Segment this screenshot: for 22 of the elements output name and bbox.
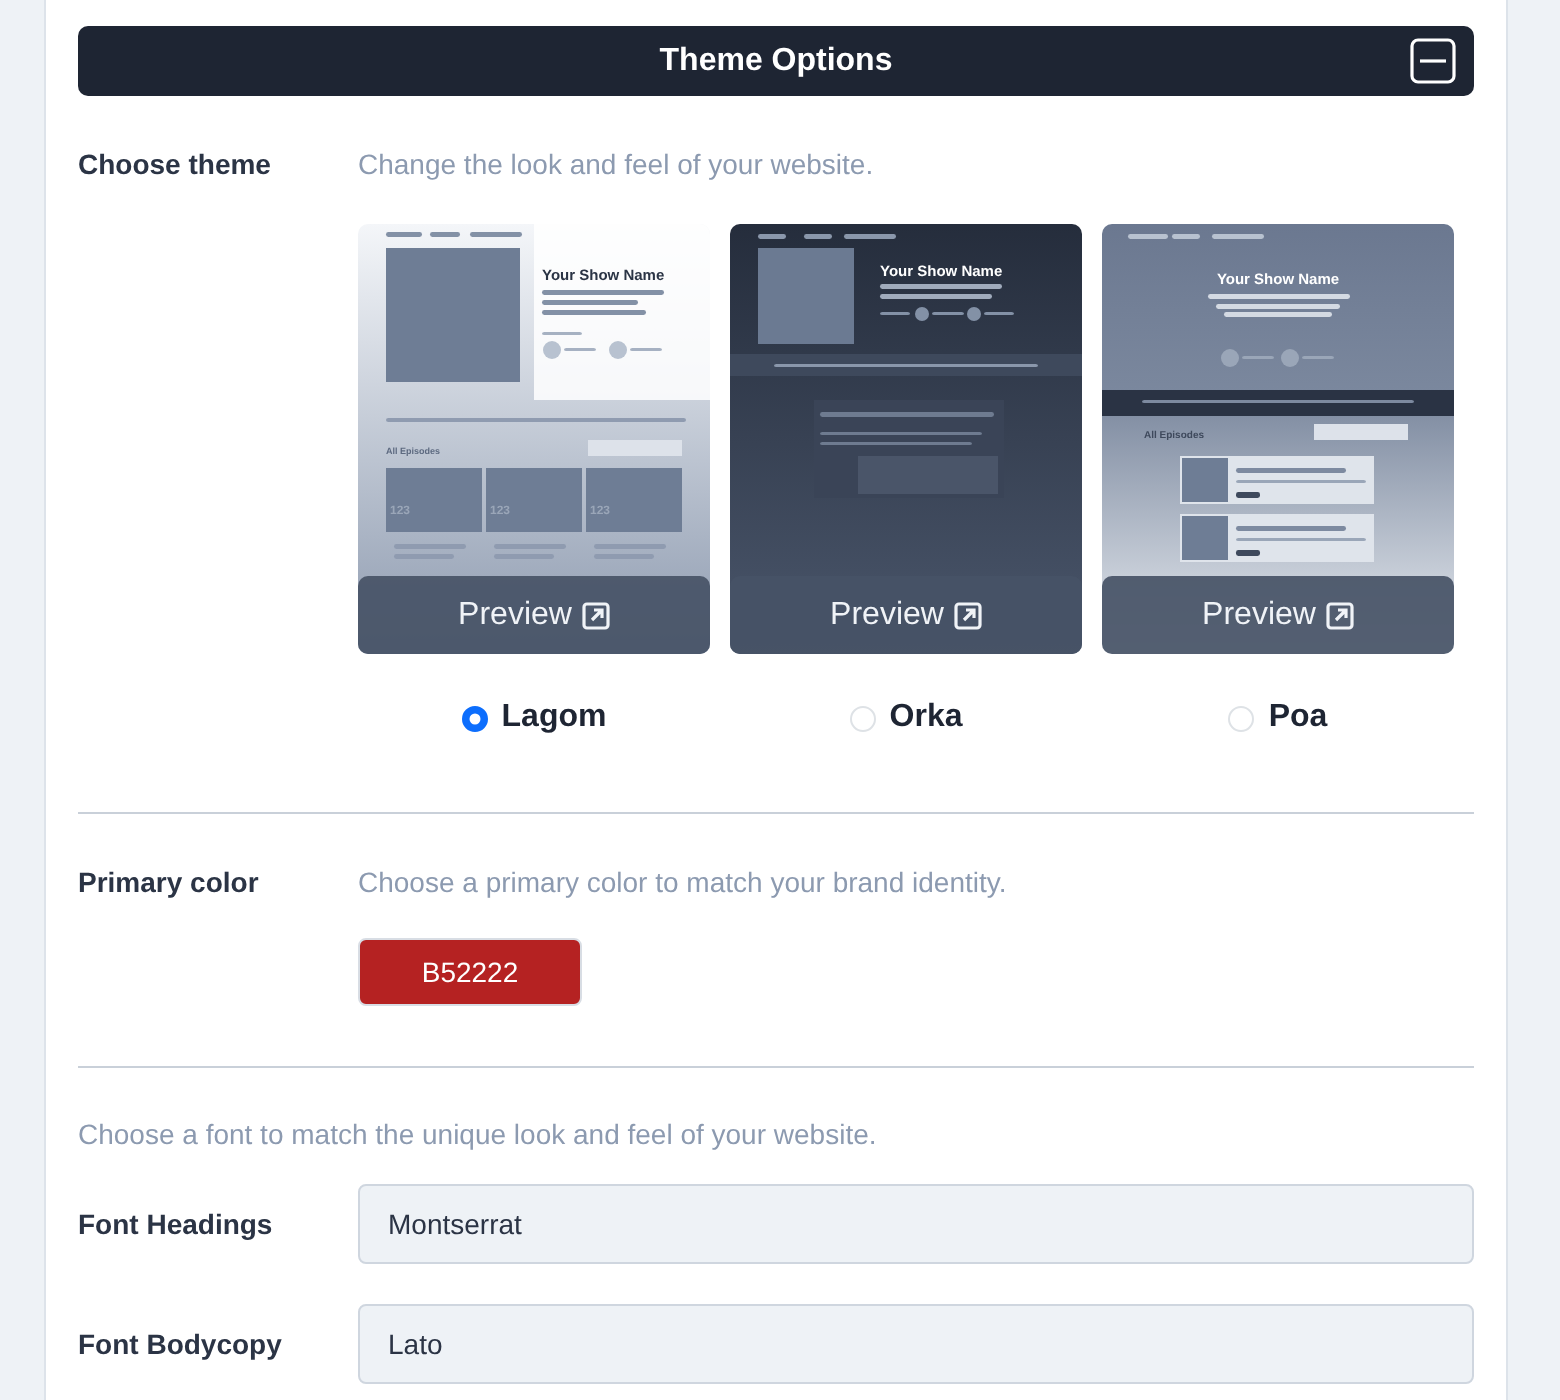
font-field[interactable]: Montserrat [358, 1184, 1474, 1264]
field-label: Choose theme [78, 146, 273, 184]
external-link-icon [1325, 601, 1354, 629]
hint-text: Choose a font to match the unique look and feel of your website. [78, 1116, 879, 1154]
collapse-button[interactable] [1410, 38, 1456, 84]
font-field[interactable]: Lato [358, 1304, 1474, 1384]
theme-radio[interactable] [461, 705, 488, 731]
hint-text: Choose a primary color to match your brand identity. [358, 864, 1007, 902]
preview-button[interactable]: Preview [358, 576, 710, 654]
theme-name: Orka [889, 698, 963, 738]
preview-button[interactable]: Preview [730, 576, 1082, 654]
preview-button[interactable]: Preview [1102, 576, 1454, 654]
color-picker-button[interactable]: B52222 [358, 938, 582, 1006]
hint-text: Change the look and feel of your website. [358, 146, 876, 184]
field-label: Font Bodycopy [78, 1325, 284, 1364]
field-label: Font Headings [78, 1205, 275, 1244]
theme-name: Poa [1268, 698, 1328, 738]
panel-title: Theme Options [659, 41, 893, 81]
external-link-icon [581, 601, 610, 629]
field-label: Primary color [78, 864, 261, 902]
theme-name: Lagom [501, 698, 607, 738]
external-link-icon [953, 601, 982, 629]
